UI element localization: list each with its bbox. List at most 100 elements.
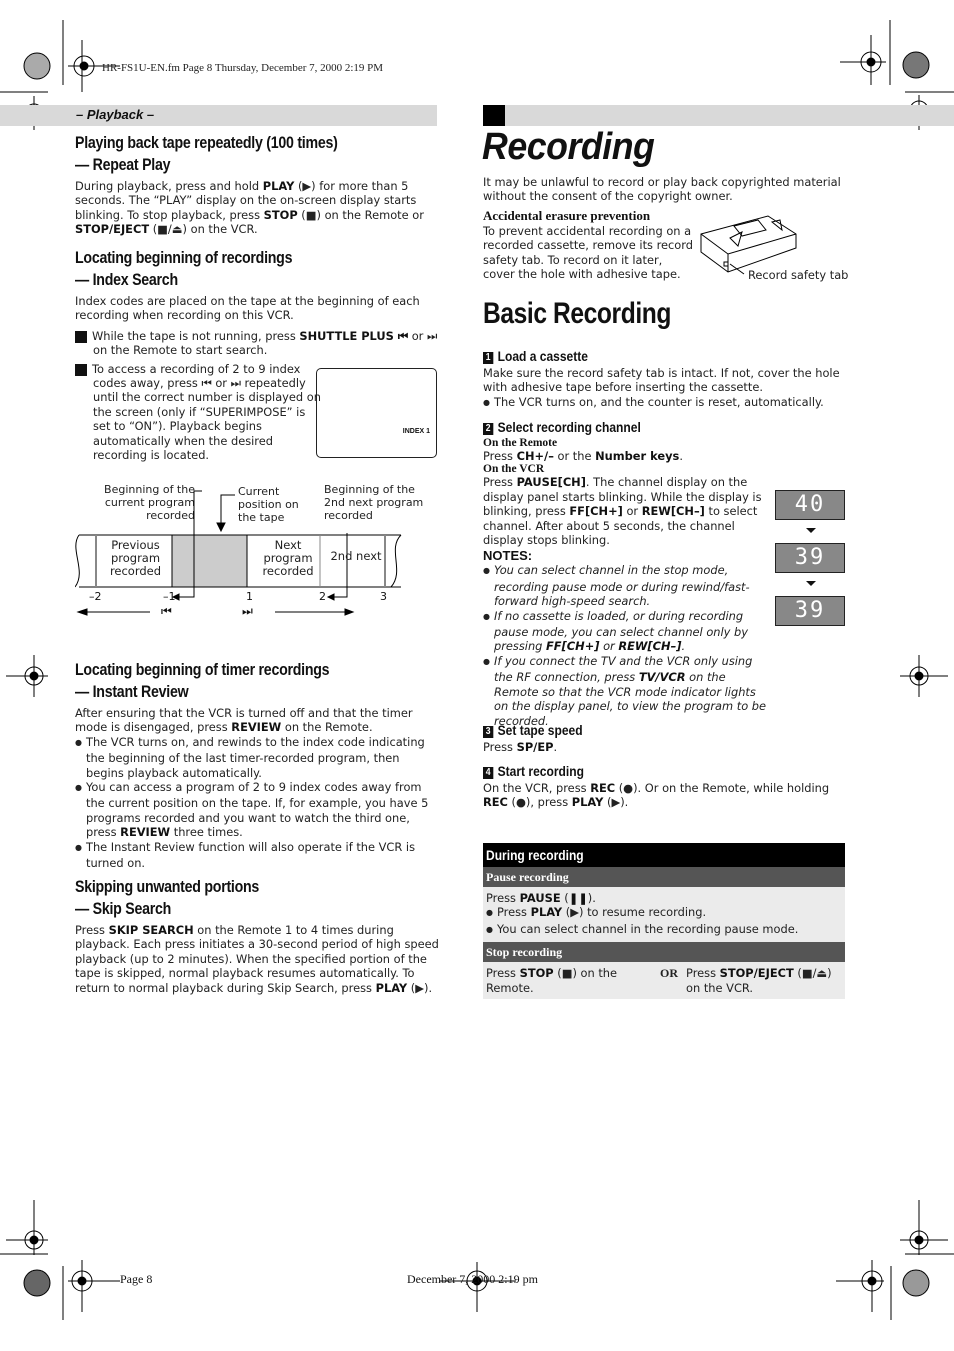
step-body: Press SP/EP. xyxy=(483,740,558,754)
step-2-section: 2 Select recording channel On the Remote … xyxy=(483,419,768,728)
or-label: OR xyxy=(660,966,679,981)
tick-1: 1 xyxy=(246,590,253,603)
table-title-text: During recording xyxy=(486,847,584,863)
section-body: Press SKIP SEARCH on the Remote 1 to 4 t… xyxy=(75,923,439,995)
vcr-body: Press PAUSE[CH]. The channel display on … xyxy=(483,475,762,548)
step-body: Make sure the record safety tab is intac… xyxy=(483,366,840,395)
step-3-section: 3 Set tape speed Press SP/EP. xyxy=(483,722,845,754)
step-title: Set tape speed xyxy=(497,722,583,738)
bullet-item: You can access a program of 2 to 9 index… xyxy=(75,780,440,840)
bullet-item: You can select channel in the recording … xyxy=(486,922,842,938)
chapter-bar xyxy=(483,105,954,126)
arrow-down-icon xyxy=(806,528,816,533)
bold-term: STOP xyxy=(263,207,298,222)
step-number-icon: 1 xyxy=(483,352,494,364)
bold-term: ❚❚ xyxy=(568,891,588,905)
step-number-icon: 1 xyxy=(69,330,87,343)
step-number-icon: 3 xyxy=(483,726,494,738)
stop-recording-header: Stop recording xyxy=(483,942,845,963)
section-title: Skipping unwanted portions xyxy=(75,878,260,896)
footer-date: December 7, 2000 2:19 pm xyxy=(407,1272,538,1286)
channel-display-fixed: 39 xyxy=(775,596,845,626)
step-number-icon: 2 xyxy=(69,363,87,376)
instant-review-section: Locating beginning of timer recordings —… xyxy=(75,659,440,870)
file-header: HR-FS1U-EN.fm Page 8 Thursday, December … xyxy=(102,62,384,74)
tape-diagram: Beginning of the current program recorde… xyxy=(75,483,435,623)
on-vcr-label: On the VCR xyxy=(483,463,545,476)
segment-2nd-next: 2nd next xyxy=(330,549,382,563)
notes-label: NOTES: xyxy=(483,548,533,564)
arrow-down-icon xyxy=(806,581,816,586)
stop-vcr-instruction: Press STOP/EJECT (■/⏏) on the VCR. xyxy=(686,966,832,995)
section-intro: After ensuring that the VCR is turned of… xyxy=(75,706,413,735)
step-title: Start recording xyxy=(497,763,584,779)
bold-term: PLAY xyxy=(530,905,563,920)
bold-term: STOP xyxy=(519,966,554,981)
copyright-warning: It may be unlawful to record or play bac… xyxy=(483,175,841,204)
bold-term: FF[CH+] xyxy=(569,504,623,519)
current-program-segment xyxy=(171,534,248,588)
chapter-marker xyxy=(483,105,505,126)
repeat-play-section: Playing back tape repeatedly (100 times)… xyxy=(75,132,440,237)
stop-recording-cell: Press STOP (■) on the Remote. OR Press S… xyxy=(483,962,845,1000)
step-number-icon: 4 xyxy=(483,767,494,779)
bold-term: Number keys xyxy=(595,449,680,463)
step-number-icon: 2 xyxy=(483,423,494,435)
bold-term: PLAY xyxy=(571,795,604,810)
step-1-section: 1 Load a cassette Make sure the record sa… xyxy=(483,348,845,411)
step-title: Select recording channel xyxy=(497,419,641,435)
bold-term: SP/EP xyxy=(516,740,554,754)
pause-recording-cell: Press PAUSE (❚❚). Press PLAY (▶) to resu… xyxy=(483,887,845,943)
bold-term: REVIEW xyxy=(231,720,282,735)
bold-term: TV/VCR xyxy=(638,670,686,685)
note-item: If you connect the TV and the VCR only u… xyxy=(483,654,768,728)
section-label: – Playback – xyxy=(76,107,155,122)
bold-term: PLAY xyxy=(262,179,295,193)
bold-term: REVIEW xyxy=(120,825,171,840)
section-body: During playback, press and hold PLAY (▶)… xyxy=(75,179,424,237)
bold-term: SHUTTLE PLUS ⏮ xyxy=(299,328,409,343)
bold-term: SKIP SEARCH xyxy=(108,923,194,937)
tv-screen-illustration: INDEX 1 xyxy=(316,368,437,458)
footer-page: Page 8 xyxy=(120,1272,153,1286)
tick-minus2: –2 xyxy=(89,590,102,603)
channel-display-blinking: 40 xyxy=(775,490,845,520)
on-remote-label: On the Remote xyxy=(483,437,558,449)
note-item: If no cassette is loaded, or during reco… xyxy=(483,609,768,654)
section-bar: – Playback – xyxy=(0,105,437,126)
table-title: During recording xyxy=(483,843,845,867)
channel-display-blinking: 39 xyxy=(775,543,845,573)
color-target-icon xyxy=(23,52,51,80)
tick-minus1: –1 xyxy=(163,590,176,603)
step-2: 2 To access a recording of 2 to 9 index c… xyxy=(69,362,323,463)
bold-term: PAUSE[CH] xyxy=(516,475,586,490)
section-subtitle: — Instant Review xyxy=(75,683,189,701)
section-subtitle: — Repeat Play xyxy=(75,156,171,174)
step-title: Load a cassette xyxy=(497,348,588,364)
bold-term: CH+/– xyxy=(516,449,554,463)
screen-index-text: INDEX 1 xyxy=(402,428,430,435)
step-body: On the VCR, press REC (●). Or on the Rem… xyxy=(483,781,830,810)
erasure-body: To prevent accidental recording on a rec… xyxy=(483,224,693,282)
section-intro: Index codes are placed on the tape at th… xyxy=(75,294,420,323)
bullet-item: The VCR turns on, and rewinds to the ind… xyxy=(75,735,440,780)
step-heading: 4 Start recording xyxy=(483,763,794,779)
step-heading: 2 Select recording channel xyxy=(483,419,728,435)
erasure-heading: Accidental erasure prevention xyxy=(483,208,651,223)
rewind-skip-icon: ⏮ xyxy=(161,604,172,618)
bold-term: REC xyxy=(590,781,616,795)
bold-term: REW[CH–] xyxy=(641,504,705,519)
forward-skip-icon: ⏭ xyxy=(242,604,253,618)
bold-term: REW[CH–] xyxy=(618,639,682,654)
basic-recording-title: Basic Recording xyxy=(483,297,671,330)
tick-3: 3 xyxy=(380,590,387,603)
section-subtitle: — Skip Search xyxy=(75,900,172,918)
segment-next: Next program recorded xyxy=(262,538,314,578)
section-title: Playing back tape repeatedly (100 times) xyxy=(75,134,338,152)
section-title: Locating beginning of recordings xyxy=(75,249,293,267)
remote-body: Press CH+/– or the Number keys. xyxy=(483,449,683,463)
bold-term: STOP/EJECT xyxy=(75,222,150,237)
bullet-item: Press PLAY (▶) to resume recording. xyxy=(486,905,842,921)
note-item: You can select channel in the stop mode,… xyxy=(483,563,768,608)
safety-tab-callout: Record safety tab xyxy=(748,268,849,282)
